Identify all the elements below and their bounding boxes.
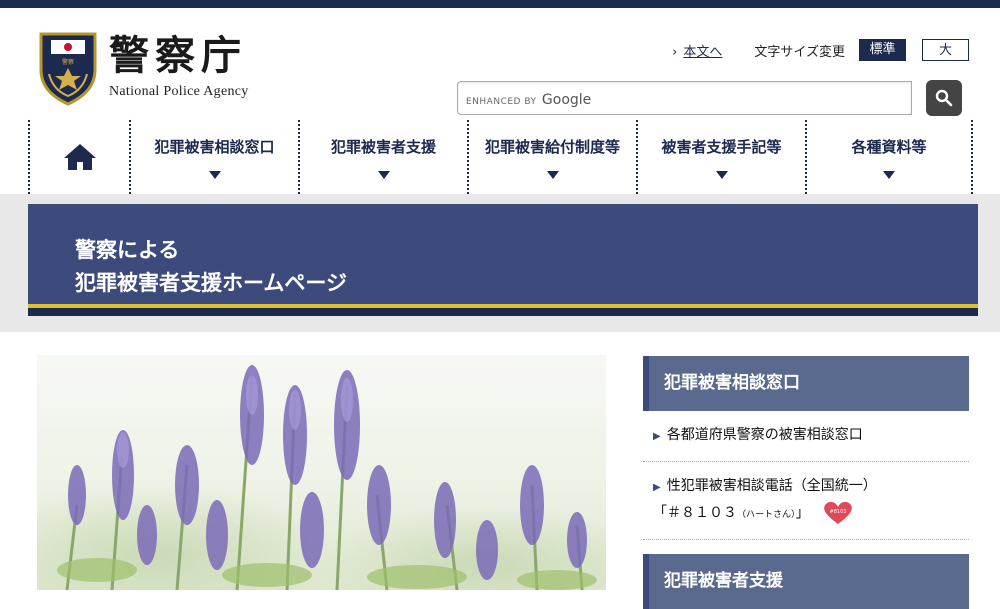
skip-to-content-link[interactable]: › 本文へ (672, 41, 722, 60)
font-size-large-button[interactable]: 大 (922, 39, 969, 61)
search-input[interactable]: ENHANCED BY Google (457, 81, 912, 115)
hero-banner: 警察による 犯罪被害者支援ホームページ (28, 204, 978, 316)
sidebar-link-local-consultation[interactable]: ▶ 各都道府県警察の被害相談窓口 (643, 411, 969, 462)
triangle-down-icon (208, 170, 221, 179)
search-placeholder: ENHANCED BY Google (466, 92, 592, 108)
nav-item-benefits[interactable]: 犯罪被害給付制度等 (467, 120, 636, 194)
global-nav: 犯罪被害相談窓口 犯罪被害者支援 犯罪被害給付制度等 被害者支援手記等 各種資料… (28, 120, 975, 194)
search-button[interactable] (926, 80, 962, 116)
lavender-photo (37, 355, 606, 590)
sidebar-section-title: 犯罪被害相談窓口 (643, 356, 969, 411)
nav-item-consultation[interactable]: 犯罪被害相談窓口 (129, 120, 298, 194)
heart-badge-icon: #8103 (824, 501, 852, 524)
nav-item-support[interactable]: 犯罪被害者支援 (298, 120, 467, 194)
hero-title: 警察による 犯罪被害者支援ホームページ (75, 238, 347, 295)
font-size-standard-button[interactable]: 標準 (859, 39, 906, 61)
svg-text:#8103: #8103 (830, 509, 847, 515)
site-logo[interactable]: 警察 警察庁 National Police Agency (37, 30, 249, 106)
site-subtitle: National Police Agency (109, 84, 249, 99)
search-icon (935, 89, 953, 107)
svg-text:警察: 警察 (62, 58, 74, 66)
triangle-down-icon (546, 170, 559, 179)
site-header: 警察 警察庁 National Police Agency › 本文へ 文字サイズ… (0, 8, 1000, 120)
site-title: 警察庁 (109, 32, 247, 79)
triangle-down-icon (883, 170, 895, 179)
top-bar (0, 0, 1000, 8)
nav-home[interactable] (28, 120, 129, 194)
triangle-right-icon: ▶ (653, 482, 661, 493)
home-icon (63, 144, 96, 170)
sidebar: 犯罪被害相談窓口 ▶ 各都道府県警察の被害相談窓口 ▶ 性犯罪被害相談電話（全国統一… (643, 356, 969, 609)
chevron-right-icon: › (672, 44, 678, 60)
sidebar-section-title: 犯罪被害者支援 (643, 554, 969, 609)
sidebar-link-hotline[interactable]: ▶ 性犯罪被害相談電話（全国統一） 「＃８１０３（ハートさん）」 #8103 (643, 462, 969, 540)
triangle-down-icon (377, 170, 390, 179)
font-size-label: 文字サイズ変更 (754, 44, 845, 60)
utility-bar: › 本文へ 文字サイズ変更 標準 大 (672, 39, 969, 61)
nav-item-notes[interactable]: 被害者支援手記等 (636, 120, 805, 194)
triangle-down-icon (715, 170, 728, 179)
hero-bottom-line (28, 308, 978, 316)
site-search: ENHANCED BY Google (457, 80, 962, 116)
police-emblem-icon: 警察 (39, 32, 97, 106)
hero-section: 警察による 犯罪被害者支援ホームページ (0, 194, 1000, 332)
triangle-right-icon: ▶ (653, 431, 661, 442)
nav-item-materials[interactable]: 各種資料等 (805, 120, 973, 194)
